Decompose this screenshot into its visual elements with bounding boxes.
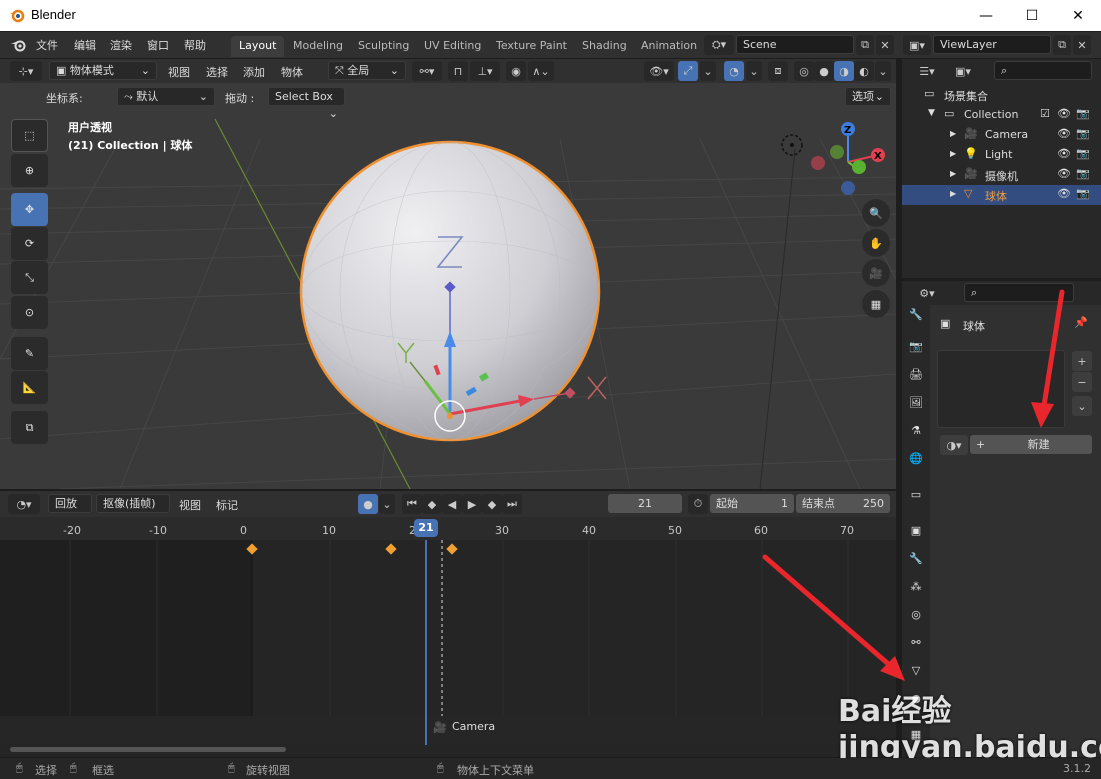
mouse-wheel-icon: 🖱 [228,761,235,774]
status-select: 选择 [35,764,57,777]
baidu-watermark: Bai经验 jingyan.baidu.com [838,694,1101,765]
status-box: 框选 [92,764,114,777]
status-rotate: 旋转视图 [246,764,290,777]
red-arrow-annotations [762,289,1065,681]
status-context: 物体上下文菜单 [457,764,534,777]
version-label: 3.1.2 [1063,762,1091,775]
mouse-middle-icon: 🖱 [70,761,77,774]
mouse-left-icon: 🖱 [16,761,23,774]
status-bar: 🖱 选择 🖱 框选 🖱 旋转视图 🖱 物体上下文菜单 3.1.2 [0,758,1101,779]
mouse-right-icon: 🖱 [437,761,444,774]
